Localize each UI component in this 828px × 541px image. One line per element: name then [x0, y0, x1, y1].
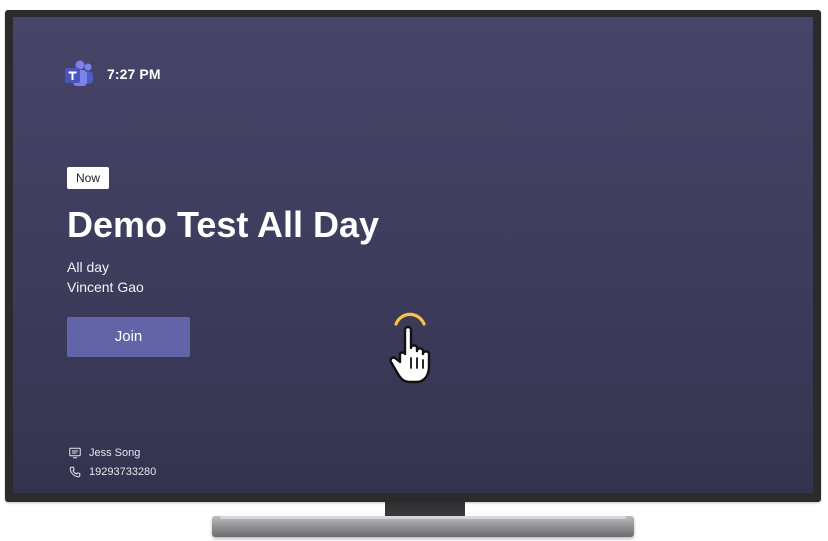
clock-time: 7:27 PM [107, 66, 161, 82]
teams-room-screen: 7:27 PM Now Demo Test All Day All day Vi… [13, 17, 813, 493]
status-badge: Now [67, 167, 110, 189]
tv-frame: 7:27 PM Now Demo Test All Day All day Vi… [5, 10, 821, 502]
meeting-time: All day [67, 259, 110, 275]
meeting-title: Demo Test All Day [67, 204, 380, 245]
meeting-organizer: Vincent Gao [67, 279, 144, 295]
room-display-icon [69, 447, 81, 459]
microsoft-teams-icon [63, 58, 95, 90]
tv-stand-base [212, 516, 634, 537]
phone-icon [69, 466, 81, 478]
join-button[interactable]: Join [67, 317, 190, 357]
tv-stand-highlight [220, 516, 626, 519]
room-phone: 19293733280 [89, 466, 157, 478]
room-phone-row: 19293733280 [69, 464, 156, 480]
room-name: Jess Song [89, 447, 141, 459]
header: 7:27 PM [63, 57, 161, 91]
room-name-row: Jess Song [69, 445, 140, 461]
hand-pointer-icon [378, 302, 442, 392]
